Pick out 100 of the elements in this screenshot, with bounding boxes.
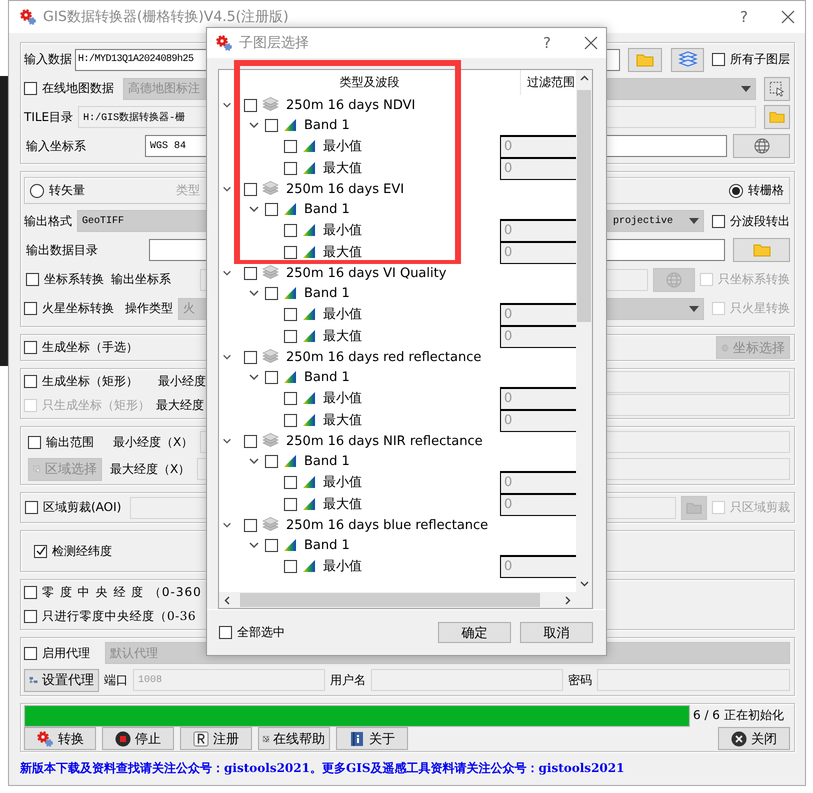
checkbox[interactable] (24, 375, 37, 388)
scrollbar-thumb[interactable] (240, 593, 540, 607)
checkbox[interactable] (24, 82, 37, 96)
checkbox[interactable] (284, 498, 297, 510)
filter-field[interactable]: 0 (500, 156, 576, 180)
filter-field[interactable]: 0 (500, 408, 576, 432)
checkbox[interactable] (284, 224, 297, 236)
radio-button[interactable] (30, 184, 44, 198)
filter-field[interactable]: 0 (500, 240, 576, 264)
checkbox[interactable] (244, 266, 257, 280)
port-field[interactable]: 1008 (133, 669, 325, 691)
checkbox[interactable] (284, 330, 297, 342)
checkbox[interactable] (284, 308, 297, 320)
help-button[interactable]: ? (729, 8, 759, 26)
chevron-down-icon[interactable] (222, 184, 232, 194)
checkbox[interactable] (26, 273, 39, 286)
checkbox[interactable] (284, 140, 297, 152)
scroll-right-icon[interactable] (563, 596, 572, 604)
horizontal-scrollbar[interactable] (219, 592, 576, 608)
checkbox[interactable] (265, 118, 278, 132)
checkbox[interactable] (24, 646, 37, 660)
close-button[interactable]: 关闭 (718, 727, 790, 750)
scroll-left-icon[interactable] (223, 596, 232, 604)
radio-button[interactable] (729, 184, 743, 198)
chevron-down-icon[interactable] (222, 520, 232, 530)
raster-band-icon (302, 497, 316, 511)
password-field[interactable] (597, 669, 790, 691)
checkbox[interactable] (34, 544, 47, 558)
checkbox[interactable] (712, 53, 725, 66)
crs-button[interactable] (733, 134, 790, 158)
chevron-down-icon[interactable] (222, 268, 232, 278)
statistic-name: 最小值 (323, 138, 362, 155)
layer-name: 250m 16 days EVI (286, 182, 404, 196)
filter-field[interactable]: 0 (500, 492, 576, 516)
layers-button[interactable] (671, 48, 704, 72)
checkbox[interactable] (25, 501, 38, 514)
statistic-name: 最小值 (323, 390, 362, 407)
scroll-down-icon[interactable] (580, 579, 588, 588)
username-field[interactable] (371, 669, 563, 691)
filter-field[interactable]: 0 (500, 554, 576, 578)
checkbox[interactable] (219, 626, 232, 639)
filter-field[interactable]: 0 (500, 324, 576, 348)
checkbox[interactable] (265, 370, 278, 384)
filter-field[interactable]: 0 (500, 470, 576, 494)
dialog-button[interactable]: 取消 (520, 622, 593, 643)
checkbox[interactable] (284, 476, 297, 488)
checkbox[interactable] (24, 341, 37, 354)
raster-band-icon (283, 538, 297, 552)
folder-icon (686, 500, 702, 514)
column-header: 过滤范围 (527, 74, 575, 91)
checkbox-label: 火星坐标转换 (42, 300, 114, 318)
filter-field[interactable]: 0 (500, 218, 576, 242)
chevron-down-icon[interactable] (222, 352, 232, 362)
radio-label: 转栅格 (748, 182, 784, 200)
checkbox[interactable] (244, 518, 257, 532)
filter-field[interactable]: 0 (500, 386, 576, 410)
checkbox[interactable] (284, 392, 297, 404)
field-label: 类型 (176, 182, 200, 200)
field-label: 6 / 6 正在初始化 (693, 707, 784, 724)
field-label: 端口 (104, 672, 128, 688)
scrollbar-thumb[interactable] (577, 90, 591, 322)
toolbar-button[interactable]: 注册 (180, 727, 252, 750)
checkbox[interactable] (712, 214, 725, 228)
checkbox[interactable] (28, 436, 41, 448)
field-label: 输出格式 (24, 212, 72, 230)
chevron-down-icon[interactable] (222, 436, 232, 446)
dialog-button[interactable]: 确定 (438, 622, 511, 643)
toolbar-button[interactable]: 在线帮助 (258, 727, 330, 750)
checkbox[interactable] (244, 350, 257, 364)
help-button[interactable]: ? (532, 34, 562, 52)
checkbox[interactable] (24, 586, 37, 599)
checkbox[interactable] (284, 560, 297, 572)
column-header: 类型及波段 (340, 74, 400, 91)
toolbar-button[interactable]: 停止 (102, 727, 174, 750)
checkbox[interactable] (284, 246, 297, 258)
checkbox[interactable] (244, 182, 257, 196)
filter-field[interactable]: 0 (500, 302, 576, 326)
checkbox-label: 生成坐标（手选） (42, 339, 138, 356)
proxy-settings-button[interactable]: 设置代理 (24, 668, 99, 692)
area-select-button[interactable] (764, 76, 790, 101)
checkbox[interactable] (284, 162, 297, 174)
close-icon[interactable] (584, 36, 598, 50)
raster-band-icon (283, 286, 297, 300)
checkbox[interactable] (24, 302, 37, 316)
scroll-up-icon[interactable] (580, 74, 588, 83)
chevron-down-icon[interactable] (222, 100, 232, 110)
checkbox[interactable] (265, 286, 278, 300)
checkbox[interactable] (244, 98, 257, 112)
toolbar-button[interactable]: 关于 (336, 727, 408, 750)
checkbox[interactable] (265, 202, 278, 216)
close-icon[interactable] (781, 10, 795, 24)
raster-band-icon (283, 370, 297, 384)
checkbox[interactable] (244, 434, 257, 448)
checkbox[interactable] (265, 538, 278, 552)
toolbar-button[interactable]: 转换 (24, 727, 96, 750)
checkbox[interactable] (24, 610, 37, 624)
checkbox[interactable] (284, 414, 297, 426)
vertical-scrollbar[interactable] (576, 70, 592, 592)
checkbox[interactable] (265, 454, 278, 468)
filter-field[interactable]: 0 (500, 134, 576, 158)
